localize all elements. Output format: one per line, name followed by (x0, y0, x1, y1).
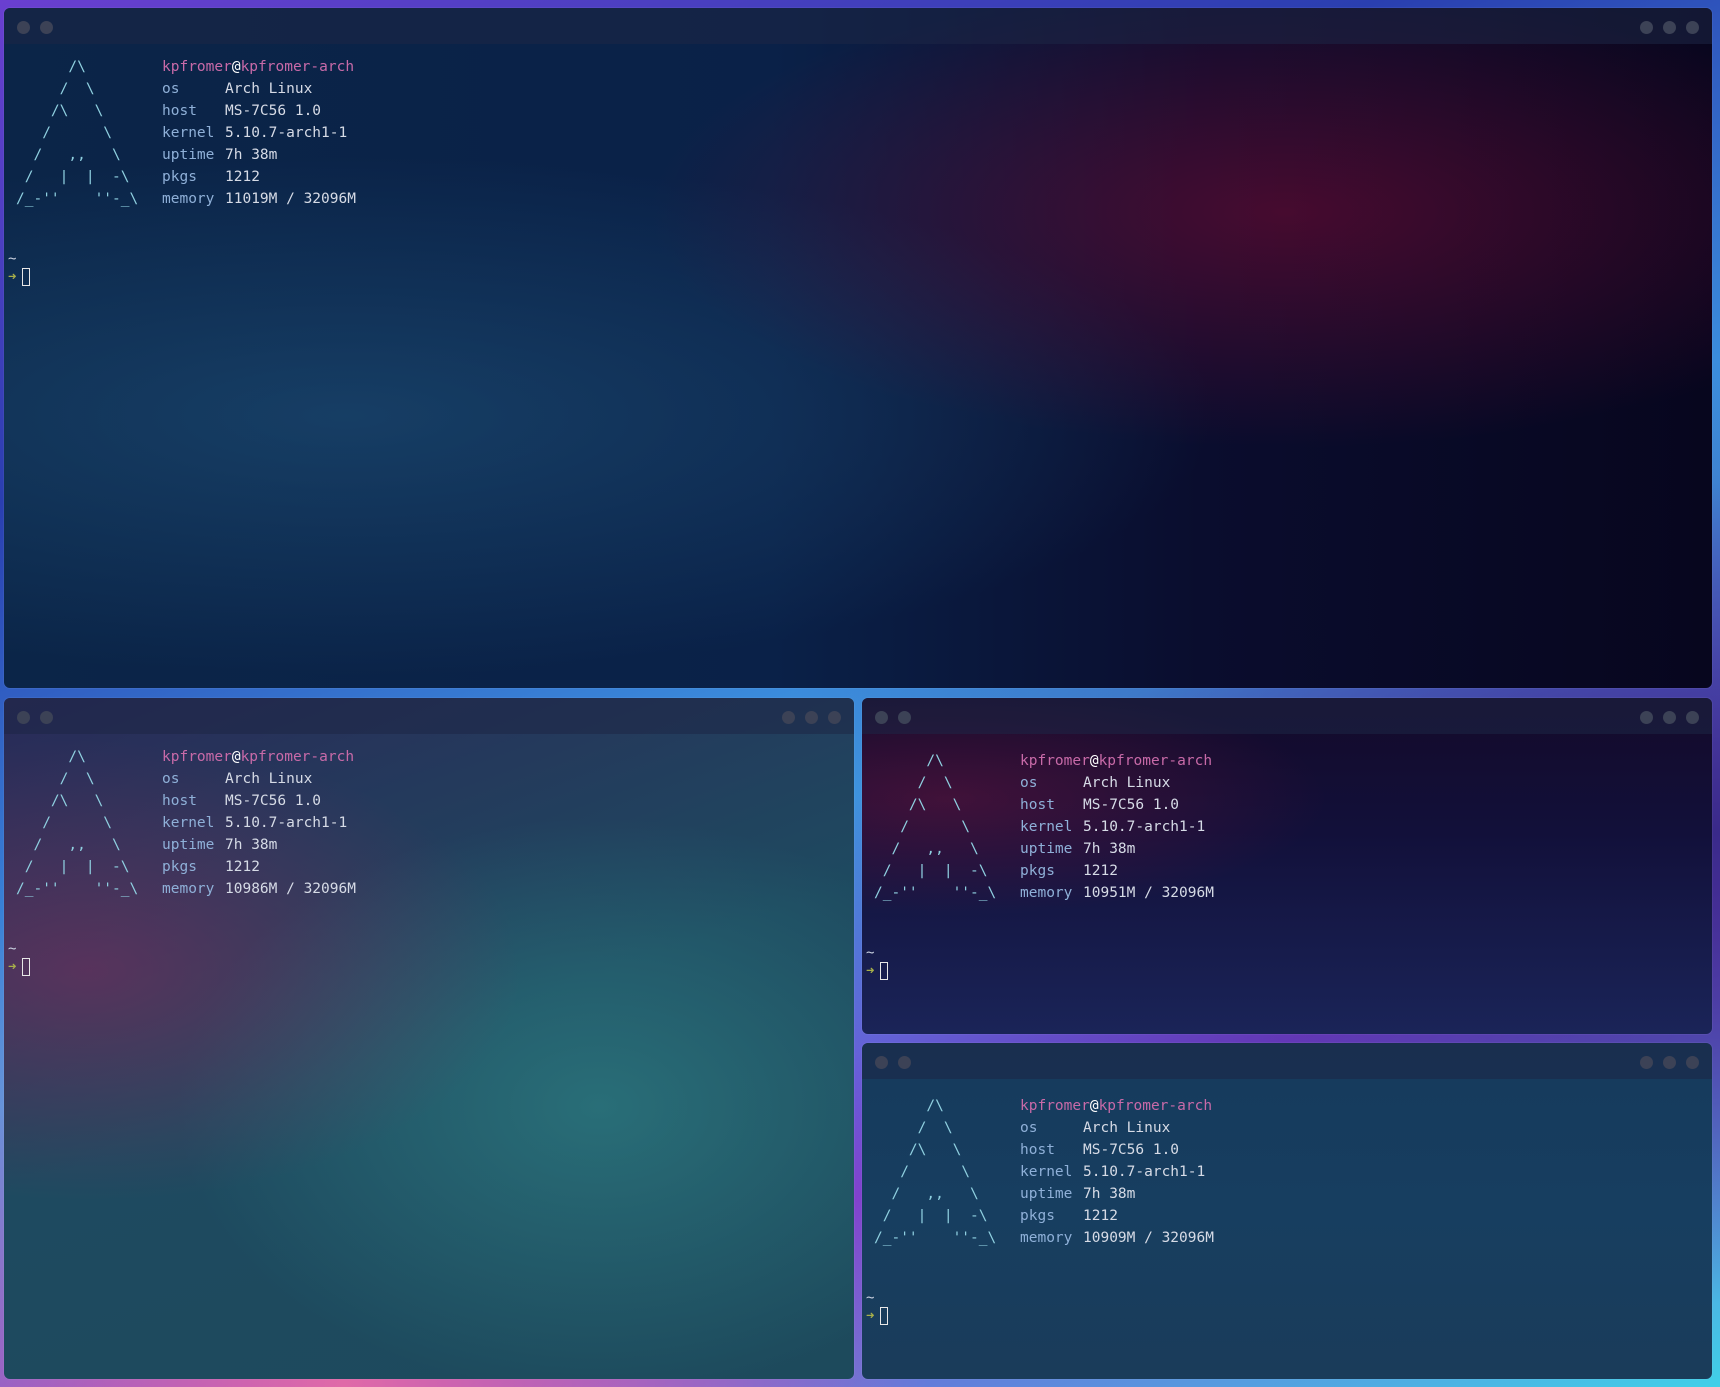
info-row-os: os Arch Linux (162, 81, 313, 97)
terminal-window-1[interactable]: /\ / \ /\ \ / \ / ,, \ / | | -\ /_-'' ''… (4, 8, 1712, 688)
titlebar[interactable] (862, 1043, 1712, 1079)
window-dot-icon[interactable] (1686, 1056, 1699, 1069)
window-dot-icon[interactable] (805, 711, 818, 724)
shell-prompt[interactable]: ~ ➜ (8, 940, 31, 976)
titlebar[interactable] (862, 698, 1712, 734)
system-info: kpfromer @ kpfromer-arch os Arch Linux host… (1020, 1095, 1214, 1249)
info-row-kernel: kernel 5.10.7-arch1-1 (1020, 819, 1206, 835)
info-row-os: os Arch Linux (1020, 1120, 1171, 1136)
text-cursor[interactable] (22, 958, 31, 976)
window-dot-icon[interactable] (898, 711, 911, 724)
cwd-tilde: ~ (866, 945, 875, 961)
info-row-memory: memory 11019M / 32096M (162, 191, 356, 207)
window-dot-icon[interactable] (1663, 21, 1676, 34)
info-row-pkgs: pkgs 1212 (1020, 1208, 1118, 1224)
arch-logo-icon: /\ / \ /\ \ / \ / ,, \ / | | -\ /_-'' ''… (16, 59, 139, 207)
window-dot-icon[interactable] (1686, 711, 1699, 724)
cwd-tilde: ~ (866, 1290, 875, 1306)
info-row-uptime: uptime 7h 38m (162, 837, 278, 853)
info-row-pkgs: pkgs 1212 (1020, 863, 1118, 879)
window-dot-icon[interactable] (1640, 711, 1653, 724)
text-cursor[interactable] (880, 962, 889, 980)
info-row-kernel: kernel 5.10.7-arch1-1 (162, 125, 348, 141)
terminal-window-4[interactable]: /\ / \ /\ \ / \ / ,, \ / | | -\ /_-'' ''… (862, 1043, 1712, 1379)
info-row-memory: memory 10986M / 32096M (162, 881, 356, 897)
info-row-host: host MS-7C56 1.0 (162, 103, 322, 119)
cwd-tilde: ~ (8, 251, 17, 267)
window-dot-icon[interactable] (17, 21, 30, 34)
window-dot-icon[interactable] (1686, 21, 1699, 34)
info-row-uptime: uptime 7h 38m (162, 147, 278, 163)
window-dot-icon[interactable] (898, 1056, 911, 1069)
window-dot-icon[interactable] (1640, 1056, 1653, 1069)
user-host-line: kpfromer @ kpfromer-arch (162, 749, 355, 765)
info-row-host: host MS-7C56 1.0 (1020, 797, 1180, 813)
info-row-pkgs: pkgs 1212 (162, 859, 260, 875)
info-row-kernel: kernel 5.10.7-arch1-1 (1020, 1164, 1206, 1180)
user-host-line: kpfromer @ kpfromer-arch (1020, 1098, 1213, 1114)
system-info: kpfromer @ kpfromer-arch os Arch Linux host… (1020, 750, 1214, 904)
window-dot-icon[interactable] (1663, 711, 1676, 724)
titlebar[interactable] (4, 8, 1712, 44)
prompt-arrow-icon: ➜ (8, 959, 17, 975)
titlebar[interactable] (4, 698, 854, 734)
terminal-window-3[interactable]: /\ / \ /\ \ / \ / ,, \ / | | -\ /_-'' ''… (862, 698, 1712, 1034)
user-host-line: kpfromer @ kpfromer-arch (162, 59, 355, 75)
cwd-tilde: ~ (8, 941, 17, 957)
window-dot-icon[interactable] (875, 711, 888, 724)
shell-prompt[interactable]: ~ ➜ (8, 250, 31, 286)
info-row-os: os Arch Linux (162, 771, 313, 787)
shell-prompt[interactable]: ~ ➜ (866, 944, 889, 980)
terminal-window-2[interactable]: /\ / \ /\ \ / \ / ,, \ / | | -\ /_-'' ''… (4, 698, 854, 1379)
shell-prompt[interactable]: ~ ➜ (866, 1289, 889, 1325)
prompt-arrow-icon: ➜ (866, 963, 875, 979)
info-row-host: host MS-7C56 1.0 (162, 793, 322, 809)
window-dot-icon[interactable] (1640, 21, 1653, 34)
prompt-arrow-icon: ➜ (866, 1308, 875, 1324)
window-dot-icon[interactable] (1663, 1056, 1676, 1069)
prompt-arrow-icon: ➜ (8, 269, 17, 285)
info-row-kernel: kernel 5.10.7-arch1-1 (162, 815, 348, 831)
info-row-uptime: uptime 7h 38m (1020, 1186, 1136, 1202)
text-cursor[interactable] (22, 268, 31, 286)
window-dot-icon[interactable] (828, 711, 841, 724)
window-dot-icon[interactable] (875, 1056, 888, 1069)
window-dot-icon[interactable] (40, 711, 53, 724)
arch-logo-icon: /\ / \ /\ \ / \ / ,, \ / | | -\ /_-'' ''… (16, 749, 139, 897)
info-row-os: os Arch Linux (1020, 775, 1171, 791)
info-row-host: host MS-7C56 1.0 (1020, 1142, 1180, 1158)
info-row-uptime: uptime 7h 38m (1020, 841, 1136, 857)
arch-logo-icon: /\ / \ /\ \ / \ / ,, \ / | | -\ /_-'' ''… (874, 1098, 997, 1246)
arch-logo-icon: /\ / \ /\ \ / \ / ,, \ / | | -\ /_-'' ''… (874, 753, 997, 901)
window-dot-icon[interactable] (782, 711, 795, 724)
info-row-memory: memory 10909M / 32096M (1020, 1230, 1214, 1246)
user-host-line: kpfromer @ kpfromer-arch (1020, 753, 1213, 769)
window-dot-icon[interactable] (17, 711, 30, 724)
system-info: kpfromer @ kpfromer-arch os Arch Linux host… (162, 746, 356, 900)
system-info: kpfromer @ kpfromer-arch os Arch Linux host… (162, 56, 356, 210)
info-row-memory: memory 10951M / 32096M (1020, 885, 1214, 901)
info-row-pkgs: pkgs 1212 (162, 169, 260, 185)
text-cursor[interactable] (880, 1307, 889, 1325)
window-dot-icon[interactable] (40, 21, 53, 34)
